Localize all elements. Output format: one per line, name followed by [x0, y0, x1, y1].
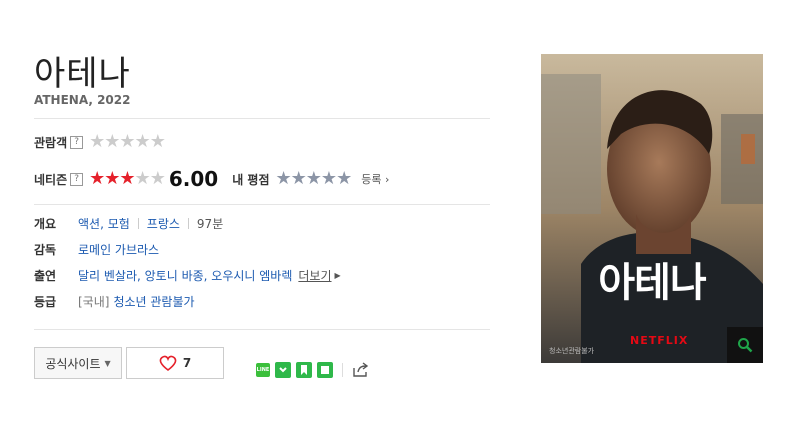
- memo-icon[interactable]: [317, 362, 333, 378]
- netizen-help-icon[interactable]: ?: [70, 172, 84, 186]
- movie-title: 아테나: [34, 54, 131, 94]
- divider: [137, 217, 139, 229]
- star-icon: ★: [119, 168, 135, 189]
- zoom-button[interactable]: [727, 327, 763, 363]
- official-site-label: 공식사이트: [45, 356, 101, 371]
- runtime: 97분: [196, 216, 224, 231]
- band-glyph-icon: [279, 367, 287, 373]
- audience-label: 관람객: [34, 135, 68, 150]
- star-icon: ★: [134, 168, 151, 189]
- director-row: 감독 로메인 가브라스: [34, 238, 159, 260]
- star-icon[interactable]: ★: [276, 170, 292, 188]
- more-cast-link[interactable]: 더보기: [298, 267, 331, 284]
- audience-stars: ★ ★ ★ ★ ★: [89, 131, 166, 152]
- memo-glyph-icon: [321, 366, 329, 374]
- bookmark-icon[interactable]: [296, 362, 312, 378]
- chevron-right-icon: ›: [384, 173, 390, 186]
- star-icon: ★: [149, 168, 166, 189]
- divider: [34, 204, 490, 205]
- star-icon: ★: [104, 168, 120, 189]
- caret-down-icon: ▼: [104, 358, 111, 368]
- grade-label: 등급: [34, 294, 57, 309]
- share-bar: LINE: [256, 362, 370, 378]
- grade-prefix: [국내]: [78, 294, 110, 309]
- like-button[interactable]: 7: [126, 347, 224, 379]
- country-link[interactable]: 프랑스: [147, 215, 180, 232]
- netizen-label: 네티즌: [34, 172, 68, 187]
- grade-row: 등급 [국내] 청소년 관람불가: [34, 290, 195, 312]
- netizen-stars: ★ ★ ★ ★ ★: [89, 168, 166, 189]
- bookmark-glyph-icon: [301, 365, 307, 375]
- star-icon[interactable]: ★: [336, 170, 352, 188]
- star-icon[interactable]: ★: [306, 170, 322, 188]
- netizen-rating-row: 네티즌 ? ★ ★ ★ ★ ★ 6.00 내 평점 ★ ★ ★ ★ ★ 등록 ›: [34, 167, 389, 191]
- line-icon[interactable]: LINE: [256, 363, 270, 377]
- director-label: 감독: [34, 242, 57, 257]
- like-count: 7: [182, 356, 192, 370]
- star-icon: ★: [89, 168, 105, 189]
- audience-rating-row: 관람객 ? ★ ★ ★ ★ ★: [34, 131, 166, 153]
- netflix-logo: NETFLIX: [630, 334, 689, 347]
- star-icon: ★: [104, 131, 120, 152]
- search-icon: [738, 338, 753, 353]
- cast-row: 출연 달리 벤살라, 앙토니 바종, 오우시니 엠바렉 더보기 ▶: [34, 264, 341, 286]
- grade-link[interactable]: 청소년 관람불가: [113, 293, 194, 310]
- star-icon: ★: [119, 131, 135, 152]
- band-icon[interactable]: [275, 362, 291, 378]
- overview-row: 개요 액션, 모험 프랑스 97분: [34, 212, 223, 234]
- share-icon[interactable]: [352, 362, 370, 378]
- my-rating-label: 내 평점: [232, 172, 270, 187]
- genre-link[interactable]: 액션, 모험: [78, 215, 130, 232]
- poster-rating-mark: 청소년관람불가: [549, 347, 595, 355]
- heart-icon: [159, 355, 177, 371]
- register-label: 등록: [361, 173, 382, 186]
- star-icon: ★: [134, 131, 151, 152]
- movie-poster[interactable]: 아테나 NETFLIX 청소년관람불가: [541, 54, 763, 363]
- poster-image: [541, 54, 763, 363]
- divider: [187, 217, 189, 229]
- audience-help-icon[interactable]: ?: [70, 135, 84, 149]
- divider: [34, 118, 490, 119]
- director-link[interactable]: 로메인 가브라스: [78, 241, 159, 258]
- overview-label: 개요: [34, 216, 57, 231]
- official-site-button[interactable]: 공식사이트 ▼: [34, 347, 122, 379]
- divider: [342, 363, 343, 377]
- movie-subtitle: ATHENA, 2022: [34, 93, 131, 107]
- poster-title: 아테나: [598, 260, 706, 306]
- cast-label: 출연: [34, 268, 57, 283]
- star-icon: ★: [149, 131, 166, 152]
- divider: [34, 329, 490, 330]
- star-icon[interactable]: ★: [321, 170, 337, 188]
- cast-links[interactable]: 달리 벤살라, 앙토니 바종, 오우시니 엠바렉: [78, 267, 292, 284]
- caret-right-icon: ▶: [334, 270, 341, 280]
- star-icon: ★: [89, 131, 105, 152]
- register-link[interactable]: 등록 ›: [361, 171, 389, 187]
- star-icon[interactable]: ★: [291, 170, 307, 188]
- my-rating-stars[interactable]: ★ ★ ★ ★ ★: [276, 170, 353, 188]
- netizen-score: 6.00: [168, 167, 219, 191]
